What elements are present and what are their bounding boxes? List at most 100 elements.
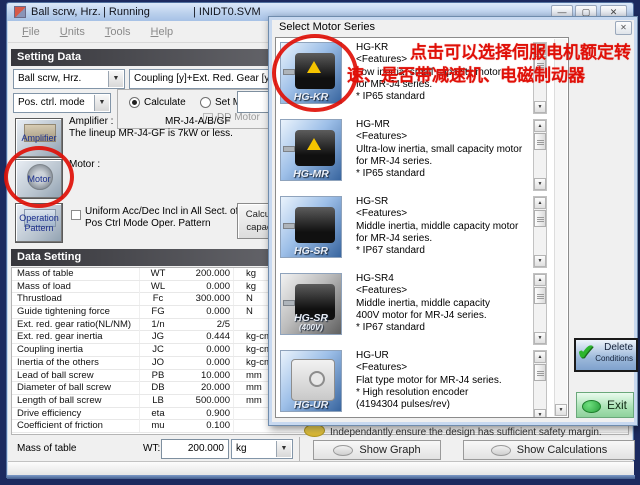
row-symbol: JO (140, 357, 176, 369)
motor-description: HG-UR <Features> Flat type motor for MR-… (356, 350, 502, 411)
window-filename: | INIDT0.SVM (193, 6, 261, 18)
motor-photo-hg-ur[interactable]: HG-UR (280, 350, 342, 412)
scroll-up-icon[interactable]: ▲ (534, 120, 546, 132)
item-scrollbar[interactable]: ▲ ▼ (533, 196, 547, 268)
scroll-down-icon[interactable]: ▼ (534, 409, 546, 418)
mechanism-combobox[interactable]: Ball scrw, Hrz. ▼ (13, 69, 125, 89)
show-graph-button[interactable]: Show Graph (313, 440, 441, 460)
uniform-accdec-label1: Uniform Acc/Dec Incl in All Sect. of (85, 206, 238, 217)
row-value: 0.000 (176, 344, 234, 356)
row-value: 20.000 (176, 382, 234, 394)
row-label: Drive efficiency (12, 408, 140, 420)
list-item-hg-sr4[interactable]: HG-SR(400V) HG-SR4 <Features> Middle ine… (278, 272, 554, 348)
menu-help[interactable]: Help (143, 24, 182, 40)
row-value: 0.900 (176, 408, 234, 420)
annotation-ellipse-hg-kr (272, 34, 358, 112)
amplifier-value: MR-J4-A/B/GF (165, 116, 231, 127)
row-value: 300.000 (176, 293, 234, 305)
scrollbar-thumb[interactable] (534, 133, 546, 150)
motor-name: HG-MR (356, 119, 522, 131)
scroll-down-icon[interactable]: ▼ (534, 255, 546, 267)
list-item-hg-mr[interactable]: HG-MR HG-MR <Features> Ultra-low inertia… (278, 118, 554, 194)
operation-button-label1: Operation (16, 213, 62, 223)
features-label: <Features> (356, 285, 490, 297)
chevron-down-icon[interactable]: ▼ (108, 71, 123, 87)
scroll-down-icon[interactable]: ▼ (555, 404, 567, 416)
amplifier-note: The lineup MR-J4-GF is 7kW or less. (69, 128, 233, 139)
calculations-oval-icon (491, 445, 511, 456)
motor-photo-hg-sr[interactable]: HG-SR (280, 196, 342, 258)
scrollbar-thumb[interactable] (534, 364, 546, 381)
list-item-hg-sr[interactable]: HG-SR HG-SR <Features> Middle inertia, m… (278, 195, 554, 271)
motor-photo-hg-sr4[interactable]: HG-SR(400V) (280, 273, 342, 335)
row-label: Guide tightening force (12, 306, 140, 318)
list-item-hg-ur[interactable]: HG-UR HG-UR <Features> Flat type motor f… (278, 349, 554, 418)
edit-value-input[interactable]: 200.000 (161, 439, 229, 459)
row-label: Mass of load (12, 281, 140, 293)
row-label: Thrustload (12, 293, 140, 305)
motor-name: HG-SR4 (356, 273, 490, 285)
control-mode-combobox[interactable]: Pos. ctrl. mode ▼ (13, 93, 111, 113)
window-bottom-border (7, 475, 635, 479)
motor-face-icon (309, 371, 325, 387)
chevron-down-icon[interactable]: ▼ (94, 95, 109, 111)
safety-note: Independantly ensure the design has suff… (330, 427, 602, 438)
row-value: 500.000 (176, 395, 234, 407)
row-value: 200.000 (176, 268, 234, 280)
scrollbar-thumb[interactable] (534, 287, 546, 304)
scroll-up-icon[interactable]: ▲ (534, 274, 546, 286)
annotation-text-line1: 点击可以选择伺服电机额定转 (410, 38, 631, 63)
row-symbol: eta (140, 408, 176, 420)
row-label: Lead of ball screw (12, 370, 140, 382)
row-value: 10.000 (176, 370, 234, 382)
edit-row-label: Mass of table (17, 443, 76, 454)
calculate-radio[interactable] (129, 97, 140, 108)
operation-pattern-button[interactable]: Operation Pattern (15, 203, 63, 243)
menu-units[interactable]: Units (52, 24, 93, 40)
dialog-close-icon[interactable]: ✕ (615, 21, 632, 35)
menu-file[interactable]: File (14, 24, 48, 40)
exit-oval-icon (582, 400, 601, 413)
row-value: 0.000 (176, 281, 234, 293)
motor-photo-hg-mr[interactable]: HG-MR (280, 119, 342, 181)
chevron-down-icon[interactable]: ▼ (276, 441, 291, 457)
motor-description: HG-MR <Features> Ultra-low inertia, smal… (356, 119, 522, 180)
check-icon: ✔ (577, 342, 595, 364)
exit-button[interactable]: Exit (576, 392, 634, 418)
list-scrollbar[interactable]: ▼ (554, 39, 567, 416)
item-scrollbar[interactable]: ▲ ▼ (533, 273, 547, 345)
delete-conditions-button[interactable]: ✔ Delete Conditions (574, 338, 638, 372)
uniform-accdec-checkbox[interactable] (71, 210, 81, 220)
scrollbar-thumb[interactable] (534, 210, 546, 227)
item-scrollbar[interactable]: ▲ ▼ (533, 350, 547, 418)
motor-shaft-icon (283, 223, 295, 229)
scroll-down-icon[interactable]: ▼ (534, 101, 546, 113)
scroll-up-icon[interactable]: ▲ (534, 351, 546, 363)
motor-label: Motor : (69, 159, 100, 170)
row-label: Diameter of ball screw (12, 382, 140, 394)
annotation-ellipse-motor (4, 146, 74, 208)
show-calculations-button[interactable]: Show Calculations (463, 440, 635, 460)
delete-label1: Delete (604, 342, 633, 353)
row-symbol: JC (140, 344, 176, 356)
row-symbol: WL (140, 281, 176, 293)
scroll-down-icon[interactable]: ▼ (534, 178, 546, 190)
mechanism-value: Ball scrw, Hrz. (18, 73, 81, 84)
item-scrollbar[interactable]: ▲ ▼ (533, 119, 547, 191)
row-value: 0.000 (176, 306, 234, 318)
row-label: Length of ball screw (12, 395, 140, 407)
row-symbol: FG (140, 306, 176, 318)
warning-triangle-icon (307, 138, 321, 150)
features-label: <Features> (356, 208, 518, 220)
row-symbol: DB (140, 382, 176, 394)
graph-oval-icon (333, 445, 353, 456)
set-mtr-radio[interactable] (200, 97, 211, 108)
scroll-up-icon[interactable]: ▲ (534, 197, 546, 209)
exit-label: Exit (607, 398, 627, 412)
scroll-down-icon[interactable]: ▼ (534, 332, 546, 344)
tile-label: HG-MR (281, 169, 341, 179)
statusbar (8, 461, 634, 475)
edit-unit-combobox[interactable]: kg ▼ (231, 439, 293, 459)
menu-tools[interactable]: Tools (97, 24, 139, 40)
amplifier-label: Amplifier : (69, 116, 113, 127)
